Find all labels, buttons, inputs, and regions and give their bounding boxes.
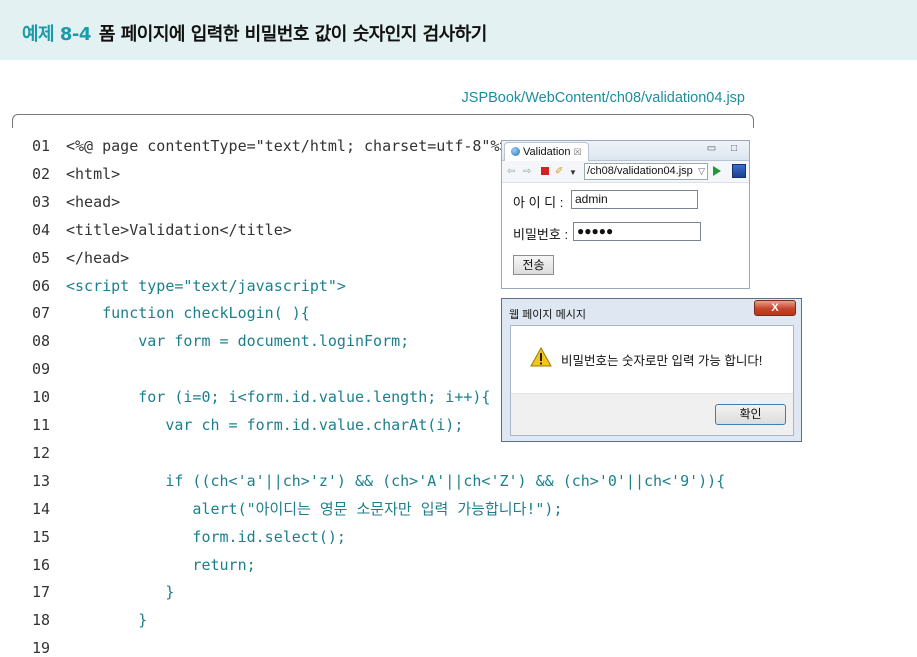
line-number: 18 [32,611,51,630]
code-line: 05 </head> [32,248,129,268]
url-text: /ch08/validation04.jsp [587,165,693,177]
ok-button[interactable]: 확인 [715,404,786,425]
code-line: 08 var form = document.loginForm; [32,331,409,351]
go-icon[interactable] [713,166,721,176]
submit-button[interactable]: 전송 [513,255,554,275]
id-label: 아 이 디 : [513,195,564,210]
code-line: 14 alert("아이디는 영문 소문자만 입력 가능합니다!"); [32,499,563,519]
dialog-footer: 확인 [511,393,793,435]
code-line: 07 function checkLogin( ){ [32,303,310,323]
line-number: 01 [32,137,51,155]
password-input[interactable]: ●●●●● [573,222,701,241]
line-number: 04 [32,220,51,239]
back-arrow-icon[interactable]: ⇦ [507,166,515,178]
id-input[interactable]: admin [571,190,698,209]
alert-dialog: 웹 페이지 메시지 X 비밀번호는 숫자로만 입력 가능 합니다! 확인 [501,298,802,442]
line-number: 12 [32,443,51,462]
line-number: 07 [32,304,51,323]
code-text: for (i=0; i<form.id.value.length; i++){ [66,388,491,407]
line-number: 11 [32,416,51,434]
line-number: 02 [32,164,51,183]
code-text: var ch = form.id.value.charAt(i); [66,416,464,434]
example-header: 예제 8-4 폼 페이지에 입력한 비밀번호 값이 숫자인지 검사하기 [0,0,917,60]
code-text: <script type="text/javascript"> [66,276,346,295]
line-number: 16 [32,555,51,574]
code-text: </head> [66,248,130,267]
code-line: 09 [32,359,66,379]
code-bracket [12,114,754,128]
example-number: 예제 8-4 [22,24,91,45]
code-line: 12 [32,443,66,463]
refresh-icon[interactable]: ✐ [555,166,563,178]
line-number: 08 [32,332,51,351]
tab-close-icon[interactable]: ☒ [574,147,582,157]
line-number: 15 [32,527,51,546]
line-number: 17 [32,583,51,602]
code-line: 04 <title>Validation</title> [32,220,292,240]
code-line: 17 } [32,582,174,602]
warning-icon [530,347,552,367]
browser-toolbar: ⇦ ⇨ ✐ ▼ /ch08/validation04.jsp ▽ [502,161,749,183]
chevron-down-icon[interactable]: ▼ [569,167,577,179]
line-number: 06 [32,276,51,295]
line-number: 14 [32,499,51,518]
code-text: return; [66,555,256,574]
line-number: 03 [32,192,51,211]
forward-arrow-icon[interactable]: ⇨ [523,166,531,178]
code-line: 02 <html> [32,164,120,184]
tab-label: Validation [523,146,571,158]
tab-validation[interactable]: Validation ☒ [504,142,589,161]
code-line: 15 form.id.select(); [32,527,346,547]
example-title-text: 폼 페이지에 입력한 비밀번호 값이 숫자인지 검사하기 [98,24,487,45]
code-line: 01 <%@ page contentType="text/html; chars… [32,136,509,156]
example-title: 예제 8-4 폼 페이지에 입력한 비밀번호 값이 숫자인지 검사하기 [22,20,487,46]
code-text: <html> [66,164,121,183]
code-line: 13 if ((ch<'a'||ch>'z') && (ch>'A'||ch<'… [32,471,725,491]
url-dropdown-icon[interactable]: ▽ [698,164,705,179]
code-text: } [66,611,148,630]
code-text: } [66,583,175,602]
code-line: 10 for (i=0; i<form.id.value.length; i++… [32,387,490,407]
code-line: 18 } [32,610,147,630]
line-number: 09 [32,360,51,379]
line-number: 13 [32,471,51,490]
code-line: 06 <script type="text/javascript"> [32,276,346,296]
code-text: <head> [66,192,121,211]
stop-icon[interactable] [541,167,549,175]
password-label: 비밀번호 : [513,227,569,242]
code-text: function checkLogin( ){ [66,304,310,323]
code-text: <%@ page contentType="text/html; charset… [66,137,509,155]
file-path: JSPBook/WebContent/ch08/validation04.jsp [461,90,745,106]
code-line: 11 var ch = form.id.value.charAt(i); [32,415,463,435]
code-text: alert("아이디는 영문 소문자만 입력 가능합니다!"); [66,499,563,518]
code-line: 03 <head> [32,192,120,212]
dialog-message: 비밀번호는 숫자로만 입력 가능 합니다! [561,354,763,368]
external-browser-icon[interactable] [732,164,746,178]
globe-icon [511,147,520,156]
code-text: var form = document.loginForm; [66,332,410,351]
line-number: 10 [32,388,51,407]
dialog-title: 웹 페이지 메시지 [509,309,586,321]
line-number: 19 [32,639,51,657]
code-text: if ((ch<'a'||ch>'z') && (ch>'A'||ch<'Z')… [66,471,726,490]
close-button[interactable]: X [754,300,796,316]
code-line: 19 [32,638,66,657]
line-number: 05 [32,248,51,267]
dialog-body: 비밀번호는 숫자로만 입력 가능 합니다! 확인 [510,325,794,436]
code-text: form.id.select(); [66,527,346,546]
browser-window: Validation ☒ ▭ □ ⇦ ⇨ ✐ ▼ /ch08/validation… [501,140,750,289]
code-line: 16 return; [32,555,256,575]
window-buttons[interactable]: ▭ □ [707,143,743,154]
url-field[interactable]: /ch08/validation04.jsp ▽ [584,163,708,180]
browser-tabbar: Validation ☒ ▭ □ [502,141,749,161]
code-text: <title>Validation</title> [66,220,292,239]
